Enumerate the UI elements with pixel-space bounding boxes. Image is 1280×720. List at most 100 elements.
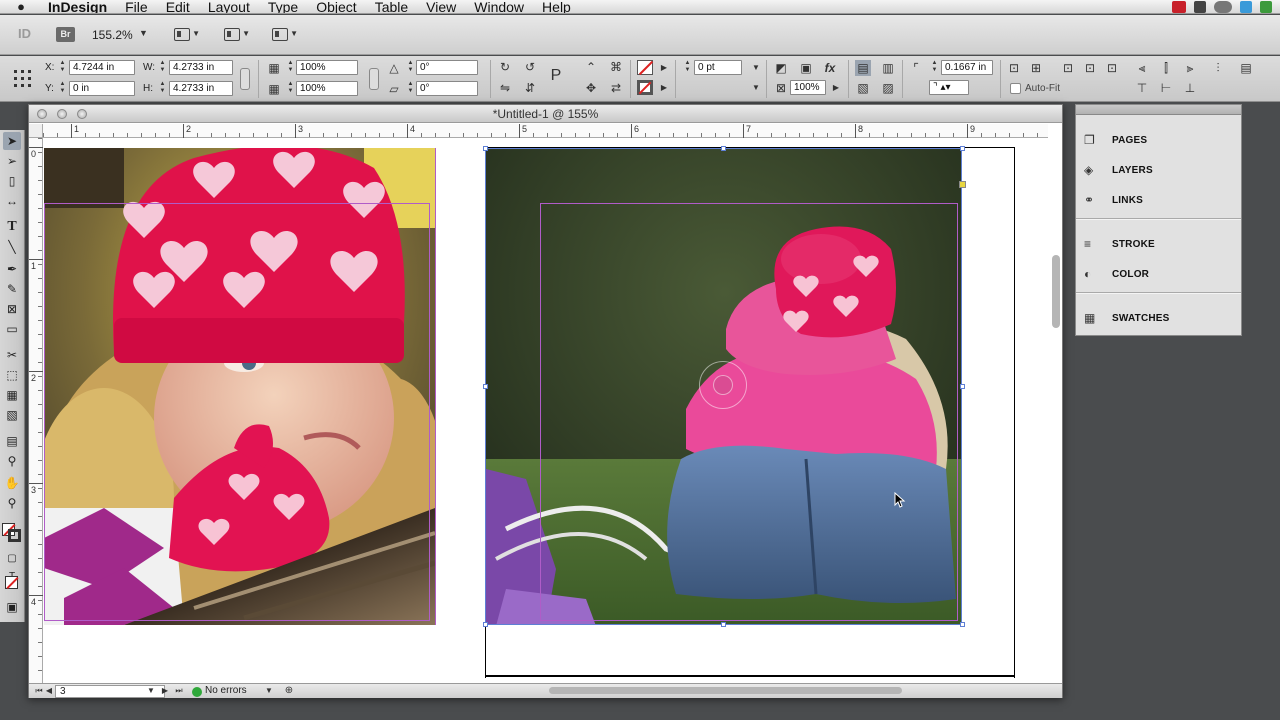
handle-middle-right[interactable] [960,384,965,389]
preflight-status[interactable]: No errors [205,685,247,696]
opacity-menu-icon[interactable]: ▶ [828,80,844,96]
stroke-weight-dropdown-icon[interactable]: ▼ [748,60,764,76]
align-right-icon[interactable]: ⫸ [1182,60,1198,76]
fit-frame-content-icon[interactable]: ⊞ [1028,60,1044,76]
free-transform-tool-icon[interactable]: ⬚ [3,366,21,384]
text-wrap-bounding-icon[interactable]: ▥ [880,60,896,76]
pen-tool-icon[interactable]: ✒ [3,260,21,278]
horizontal-ruler[interactable]: 1 2 3 4 5 6 7 8 9 [43,124,1048,138]
menu-view[interactable]: View [426,0,456,13]
flip-horizontal-icon[interactable]: ⇋ [497,80,513,96]
w-stepper[interactable]: ▲ ▼ [158,60,167,75]
drop-shadow-icon[interactable]: ◩ [773,60,789,76]
panel-pages[interactable]: ❐ PAGES [1076,126,1241,156]
menu-type[interactable]: Type [268,0,298,13]
select-container-icon[interactable]: ⌃ [583,59,599,75]
menu-layout[interactable]: Layout [208,0,250,13]
opacity-field[interactable]: 100% [790,80,826,95]
scale-x-field[interactable]: 100% [296,60,358,75]
panel-swatches[interactable]: ▦ SWATCHES [1076,304,1241,334]
zoom-dropdown-icon[interactable]: ▼ [139,28,148,38]
select-previous-icon[interactable]: ✥ [583,80,599,96]
open-page-icon[interactable]: ⊕ [281,683,297,699]
flip-vertical-icon[interactable]: ⇵ [522,80,538,96]
record-icon[interactable] [1172,1,1186,13]
align-bottom-icon[interactable]: ⊥ [1182,80,1198,96]
shear-stepper[interactable]: ▲ ▼ [406,81,415,96]
rotate-field[interactable]: 0° [416,60,478,75]
handle-top-left[interactable] [483,146,488,151]
fill-proportional-icon[interactable]: ⊡ [1104,60,1120,76]
page-tool-icon[interactable]: ▯ [3,172,21,190]
constrain-proportions-icon[interactable] [240,68,250,90]
control-panel-menu-icon[interactable]: ▤ [1238,60,1254,76]
corner-options-icon[interactable]: ⌜ [908,60,924,76]
hand-tool-icon[interactable]: ✋ [3,474,21,492]
dropbox-icon[interactable] [1240,1,1252,13]
w-field[interactable]: 4.2733 in [169,60,233,75]
corner-shape-field[interactable]: ⌝ ▴▾ [929,80,969,95]
stroke-menu-icon[interactable]: ▶ [656,80,672,96]
select-content-icon[interactable]: ⌘ [608,59,624,75]
rotate-cw-icon[interactable]: ↻ [497,59,513,75]
menu-object[interactable]: Object [316,0,356,13]
fit-proportional-icon[interactable]: ⊡ [1082,60,1098,76]
panel-stroke[interactable]: ≡ STROKE [1076,230,1241,260]
x-field[interactable]: 4.7244 in [69,60,135,75]
menu-edit[interactable]: Edit [166,0,190,13]
offset-stepper[interactable]: ▲ ▼ [930,60,939,75]
stroke-type-dropdown-icon[interactable]: ▼ [748,80,764,96]
horizontal-scrollbar[interactable] [549,687,902,694]
apply-none-icon[interactable] [5,576,19,590]
scale-y-field[interactable]: 100% [296,81,358,96]
select-next-icon[interactable]: ⇄ [608,80,624,96]
text-wrap-jump-icon[interactable]: ▨ [880,80,896,96]
direct-selection-tool-icon[interactable]: ➢ [3,152,21,170]
live-corner-handle[interactable] [959,181,966,188]
menu-window[interactable]: Window [474,0,524,13]
h-field[interactable]: 4.2733 in [169,81,233,96]
scale-y-stepper[interactable]: ▲ ▼ [286,81,295,96]
shadow-icon[interactable]: ▣ [798,60,814,76]
stroke-color-icon[interactable] [8,529,21,542]
shear-field[interactable]: 0° [416,81,478,96]
preflight-dropdown-icon[interactable]: ▼ [261,683,277,699]
align-middle-icon[interactable]: ⊢ [1158,80,1174,96]
fill-swatch-icon[interactable] [637,60,654,76]
rectangle-tool-icon[interactable]: ▭ [3,320,21,338]
menu-table[interactable]: Table [375,0,408,13]
selection-tool-icon[interactable]: ➤ [3,132,21,150]
handle-bottom-right[interactable] [960,622,965,627]
fill-menu-icon[interactable]: ▶ [656,60,672,76]
drive-icon[interactable] [1194,1,1206,13]
effects-icon[interactable]: fx [822,60,838,76]
view-options-button[interactable]: ▼ [172,26,200,44]
vertical-ruler[interactable]: 0 1 2 3 4 [29,138,43,687]
stroke-weight-stepper[interactable]: ▲ ▼ [683,60,692,75]
gradient-swatch-tool-icon[interactable]: ▦ [3,386,21,404]
menu-app[interactable]: InDesign [48,0,107,13]
handle-bottom-center[interactable] [721,622,726,627]
panel-layers[interactable]: ◈ LAYERS [1076,156,1241,186]
bridge-button[interactable]: Br [56,27,75,42]
text-wrap-shape-icon[interactable]: ▧ [855,80,871,96]
last-page-icon[interactable]: ⏭ [171,683,187,699]
reference-point-icon[interactable] [14,70,32,88]
formatting-container-icon[interactable]: ▢ T [3,550,21,582]
zoom-tool-icon[interactable]: ⚲ [3,494,21,512]
y-field[interactable]: 0 in [69,81,135,96]
center-content-icon[interactable]: ⊡ [1060,60,1076,76]
offset-field[interactable]: 0.1667 in [941,60,993,75]
scale-x-stepper[interactable]: ▲ ▼ [286,60,295,75]
panel-links[interactable]: ⚭ LINKS [1076,186,1241,216]
menu-help[interactable]: Help [542,0,571,13]
screen-mode-icon[interactable]: ▣ [3,598,21,616]
cloud-icon[interactable] [1214,1,1232,13]
handle-top-center[interactable] [721,146,726,151]
stroke-swatch-icon[interactable] [637,80,653,95]
align-left-icon[interactable]: ⫷ [1134,60,1150,76]
align-center-icon[interactable]: ⫿ [1158,60,1174,76]
pencil-tool-icon[interactable]: ✎ [3,280,21,298]
stroke-weight-field[interactable]: 0 pt [694,60,742,75]
panel-dock-titlebar[interactable] [1076,105,1241,115]
